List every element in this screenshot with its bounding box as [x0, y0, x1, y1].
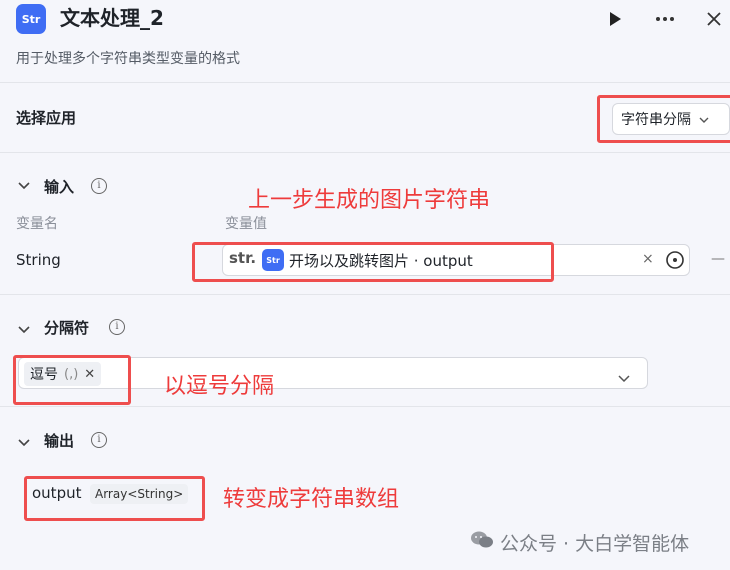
collapse-chevron-icon[interactable] [18, 323, 30, 337]
select-app-label: 选择应用 [16, 109, 77, 127]
highlight-box-separator [13, 355, 131, 405]
variable-picker-icon[interactable] [665, 250, 685, 274]
highlight-box-output [24, 476, 205, 521]
close-icon[interactable] [701, 6, 727, 32]
chevron-down-icon[interactable] [618, 368, 630, 387]
node-description: 用于处理多个字符串类型变量的格式 [16, 51, 240, 67]
info-icon[interactable]: i [91, 178, 107, 194]
highlight-box-app-select [597, 95, 730, 143]
watermark: 公众号 · 大白学智能体 [470, 529, 689, 556]
collapse-chevron-icon[interactable] [18, 179, 30, 193]
input-section-label: 输入 [44, 178, 75, 196]
column-header-name: 变量名 [16, 216, 58, 232]
app-icon-text: Str [21, 12, 41, 26]
annotation-output: 转变成字符串数组 [223, 487, 400, 512]
divider [0, 152, 730, 153]
play-icon[interactable] [602, 6, 628, 32]
collapse-chevron-icon[interactable] [18, 436, 30, 450]
clear-icon[interactable]: × [642, 251, 654, 267]
divider [0, 82, 730, 83]
info-icon[interactable]: i [91, 432, 107, 448]
annotation-input: 上一步生成的图片字符串 [248, 188, 491, 213]
app-icon: Str [16, 4, 46, 34]
annotation-separator: 以逗号分隔 [164, 374, 275, 399]
column-header-value: 变量值 [225, 216, 267, 232]
remove-variable-button[interactable]: — [711, 251, 725, 267]
output-section-label: 输出 [44, 432, 75, 450]
node-title[interactable]: 文本处理_2 [60, 5, 164, 31]
highlight-box-input [192, 242, 554, 282]
watermark-text: 公众号 · 大白学智能体 [500, 533, 690, 555]
more-horizontal-icon[interactable] [652, 6, 678, 32]
variable-name[interactable]: String [16, 251, 61, 269]
divider [0, 406, 730, 407]
wechat-icon [470, 530, 494, 555]
divider [0, 294, 730, 295]
info-icon[interactable]: i [109, 319, 125, 335]
separator-section-label: 分隔符 [44, 319, 90, 337]
